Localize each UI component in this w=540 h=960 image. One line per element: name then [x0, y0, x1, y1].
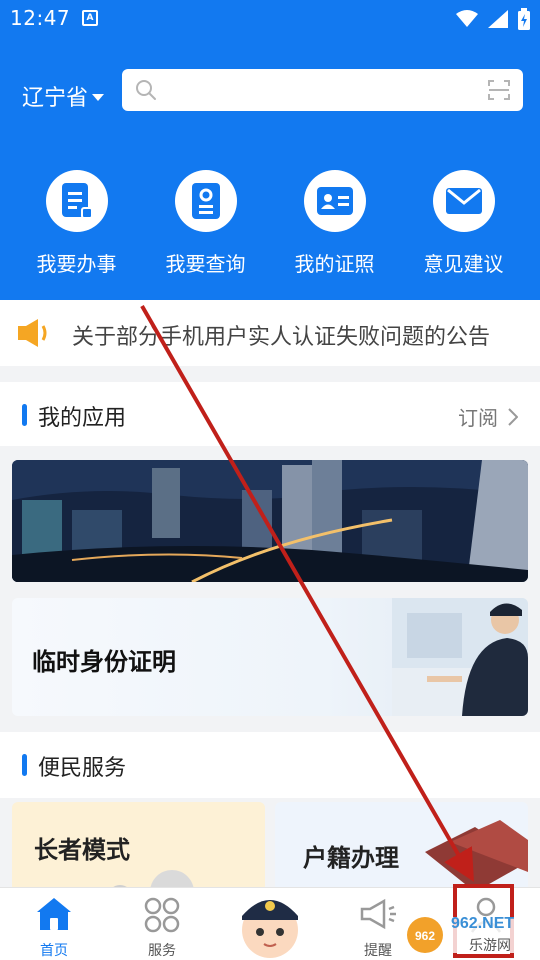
home-icon	[37, 898, 71, 930]
svg-text:962: 962	[415, 929, 435, 943]
search-input[interactable]	[122, 69, 523, 111]
status-bar: 12:47 A	[0, 0, 540, 36]
nav-home[interactable]: 首页	[0, 888, 108, 960]
temp-id-title: 临时身份证明	[32, 648, 176, 676]
services-header: 便民服务	[0, 732, 540, 798]
subscribe-label: 订阅	[458, 406, 498, 430]
police-mascot-icon	[242, 900, 298, 958]
signal-icon	[488, 10, 508, 28]
household-registration-card[interactable]: 户籍办理	[275, 802, 528, 892]
temp-id-card[interactable]: 临时身份证明	[12, 598, 528, 716]
subscribe-link[interactable]: 订阅	[458, 402, 518, 431]
quick-action-my-license[interactable]: 我的证照	[275, 170, 395, 277]
section-title: 我的应用	[38, 406, 127, 431]
speaker-icon	[18, 319, 47, 347]
nav-label: 提醒	[364, 943, 392, 959]
quick-action-query[interactable]: 我要查询	[146, 170, 266, 277]
notice-bar[interactable]: 关于部分手机用户实人认证失败问题的公告	[0, 300, 540, 366]
nav-label: 服务	[148, 943, 176, 959]
nav-label: 首页	[40, 943, 68, 959]
status-icons	[456, 8, 530, 30]
quick-actions: 我要办事 我要查询 我的证照 意见建议	[0, 170, 540, 277]
notice-text: 关于部分手机用户实人认证失败问题的公告	[72, 325, 491, 350]
booklet-illustration	[425, 820, 528, 892]
battery-icon	[518, 8, 530, 30]
city-skyline-illustration	[12, 460, 528, 582]
watermark-logo: 962 962.NET 乐游网	[405, 913, 537, 957]
status-time: 12:47	[10, 6, 71, 30]
query-icon	[174, 170, 237, 232]
search-icon	[136, 80, 156, 100]
scan-icon[interactable]	[487, 78, 511, 102]
elder-mode-card[interactable]: 长者模式	[12, 802, 265, 892]
elder-illustration	[109, 870, 194, 892]
header: 12:47 A 辽宁省 我要办事 我要查询 我的证照 意见建议	[0, 0, 540, 300]
section-accent-bar	[22, 754, 27, 776]
section-accent-bar	[22, 404, 27, 426]
quick-action-label: 我要查询	[165, 252, 246, 276]
megaphone-icon	[360, 898, 396, 930]
quick-action-label: 我的证照	[294, 252, 375, 276]
id-card-icon	[303, 170, 366, 232]
wifi-icon	[456, 10, 478, 27]
mail-icon	[432, 170, 495, 232]
nav-service[interactable]: 服务	[108, 888, 216, 960]
my-apps-header: 我的应用 订阅	[0, 382, 540, 446]
chevron-right-icon	[508, 407, 518, 426]
document-icon	[45, 170, 108, 232]
province-selector[interactable]: 辽宁省	[22, 80, 105, 112]
quick-action-label: 我要办事	[36, 252, 117, 276]
city-banner-image[interactable]	[12, 460, 528, 582]
province-label: 辽宁省	[22, 86, 89, 111]
nav-assistant[interactable]	[216, 888, 324, 960]
watermark-text-bottom: 乐游网	[469, 938, 511, 954]
quick-action-feedback[interactable]: 意见建议	[404, 170, 524, 277]
watermark-text-top: 962.NET	[451, 915, 515, 932]
section-title: 便民服务	[38, 756, 127, 781]
quick-action-label: 意见建议	[423, 252, 504, 276]
grid-icon	[144, 897, 180, 933]
chevron-down-icon	[92, 93, 105, 101]
notification-app-icon: A	[82, 10, 98, 26]
quick-action-do-business[interactable]: 我要办事	[17, 170, 137, 277]
